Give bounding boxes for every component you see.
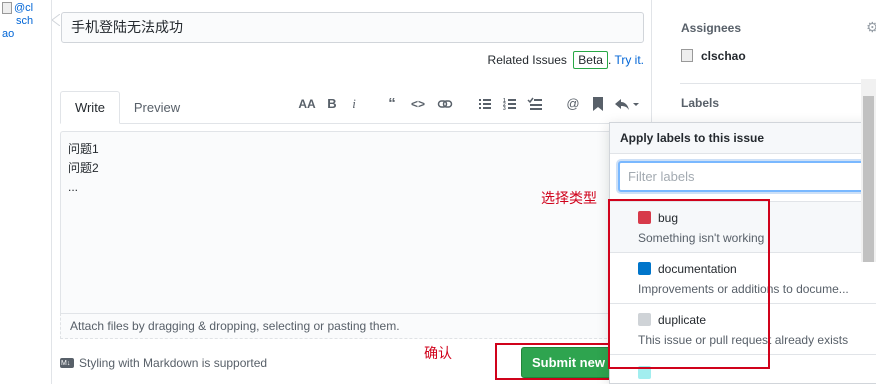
markdown-note-text: Styling with Markdown is supported — [79, 356, 268, 370]
code-icon[interactable]: <> — [410, 96, 426, 112]
dropdown-scroll-thumb[interactable] — [863, 96, 874, 262]
issue-body-textarea[interactable] — [60, 131, 652, 315]
sidebar-divider — [680, 83, 876, 84]
mention-icon[interactable]: @ — [565, 96, 581, 112]
avatar-alt-line-3: ao — [2, 28, 15, 40]
italic-icon[interactable]: i — [346, 96, 362, 112]
issue-title-input[interactable]: 手机登陆无法成功 — [61, 12, 644, 43]
beta-badge: Beta — [573, 51, 608, 69]
assignee-name: clschao — [701, 49, 746, 63]
labels-heading[interactable]: Labels — [681, 96, 719, 110]
link-icon[interactable] — [437, 96, 453, 112]
attach-files-zone[interactable]: Attach files by dragging & dropping, sel… — [60, 313, 652, 339]
ordered-list-icon[interactable]: 1 2 3 — [502, 96, 518, 112]
assignee-item[interactable]: clschao — [681, 47, 746, 65]
broken-image-icon — [2, 2, 12, 14]
try-it-link[interactable]: Try it. — [614, 53, 644, 67]
bold-icon[interactable]: B — [324, 96, 340, 112]
assignee-avatar — [681, 49, 693, 62]
markdown-icon — [60, 355, 74, 373]
issue-body-value: 问题1 问题2 ... — [68, 142, 99, 194]
annotation-confirm: 确认 — [424, 345, 452, 361]
related-issues-note: Related Issues Beta. Try it. — [488, 49, 644, 71]
tab-write[interactable]: Write — [60, 91, 120, 124]
labels-dropdown-header: Apply labels to this issue — [610, 123, 876, 154]
filter-labels-input[interactable]: Filter labels — [618, 161, 871, 192]
svg-text:3: 3 — [503, 106, 506, 112]
assignees-gear-icon[interactable]: ⚙ — [866, 19, 876, 36]
annotation-box-select-type — [608, 199, 770, 369]
tab-preview[interactable]: Preview — [124, 91, 190, 124]
related-issues-label: Related Issues — [487, 53, 567, 67]
assignees-heading[interactable]: Assignees — [681, 21, 741, 35]
saved-reply-icon[interactable] — [590, 96, 606, 112]
unordered-list-icon[interactable] — [477, 96, 493, 112]
annotation-select-type: 选择类型 — [541, 190, 597, 206]
author-avatar[interactable]: @cl sch ao — [2, 2, 46, 44]
related-separator: . — [607, 53, 612, 67]
task-list-icon[interactable] — [527, 96, 543, 112]
annotation-box-confirm — [495, 343, 615, 380]
markdown-note[interactable]: Styling with Markdown is supported — [60, 354, 268, 373]
header-icon[interactable]: AA — [298, 96, 316, 112]
reply-icon[interactable] — [614, 96, 640, 112]
avatar-alt-line-1: @cl — [14, 2, 34, 14]
quote-icon[interactable]: “ — [384, 96, 400, 112]
avatar-alt-line-2: sch — [16, 15, 34, 27]
